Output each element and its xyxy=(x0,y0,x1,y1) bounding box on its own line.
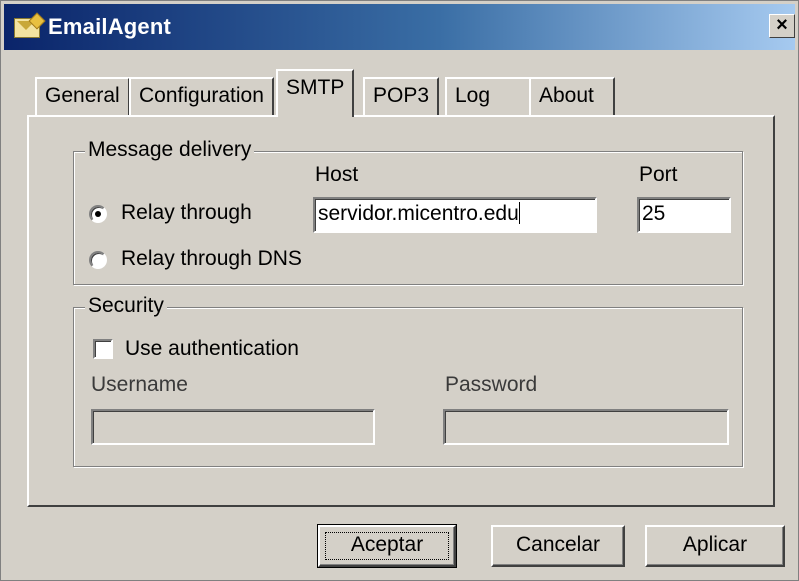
tab-general[interactable]: General xyxy=(35,77,130,115)
tab-log[interactable]: Log xyxy=(445,77,531,115)
password-input[interactable] xyxy=(443,409,729,445)
username-label: Username xyxy=(91,373,188,396)
security-legend: Security xyxy=(85,295,167,317)
relay-through-dns-radio[interactable] xyxy=(89,251,107,269)
cancel-button[interactable]: Cancelar xyxy=(491,525,625,567)
port-value: 25 xyxy=(642,202,666,225)
tab-pop3[interactable]: POP3 xyxy=(363,77,440,115)
message-delivery-legend: Message delivery xyxy=(85,139,255,161)
relay-through-dns-label[interactable]: Relay through DNS xyxy=(121,247,302,271)
relay-through-label[interactable]: Relay through xyxy=(121,201,252,225)
emailagent-window: EmailAgent × General Configuration SMTP … xyxy=(0,0,799,581)
ok-button[interactable]: Aceptar xyxy=(317,524,457,568)
username-input[interactable] xyxy=(91,409,375,445)
port-input[interactable]: 25 xyxy=(637,197,731,233)
tab-configuration[interactable]: Configuration xyxy=(129,77,274,115)
focus-rectangle xyxy=(325,532,449,560)
use-authentication-checkbox[interactable] xyxy=(93,339,113,359)
smtp-tab-panel: Message delivery Host Port Relay through… xyxy=(27,115,775,507)
host-input[interactable]: servidor.micentro.edu xyxy=(313,197,597,233)
relay-through-radio[interactable] xyxy=(89,205,107,223)
tab-smtp[interactable]: SMTP xyxy=(276,69,355,117)
close-button[interactable]: × xyxy=(769,14,795,38)
host-value: servidor.micentro.edu xyxy=(318,202,519,225)
envelope-icon xyxy=(14,18,40,38)
text-caret xyxy=(518,202,520,224)
tab-about[interactable]: About xyxy=(529,77,615,115)
window-title: EmailAgent xyxy=(48,14,172,39)
apply-button[interactable]: Aplicar xyxy=(645,525,785,567)
title-bar[interactable]: EmailAgent × xyxy=(4,4,795,50)
use-authentication-label[interactable]: Use authentication xyxy=(125,337,299,361)
host-label: Host xyxy=(315,163,359,186)
port-label: Port xyxy=(639,163,678,186)
radio-selected-dot xyxy=(95,211,101,217)
password-label: Password xyxy=(445,373,538,396)
